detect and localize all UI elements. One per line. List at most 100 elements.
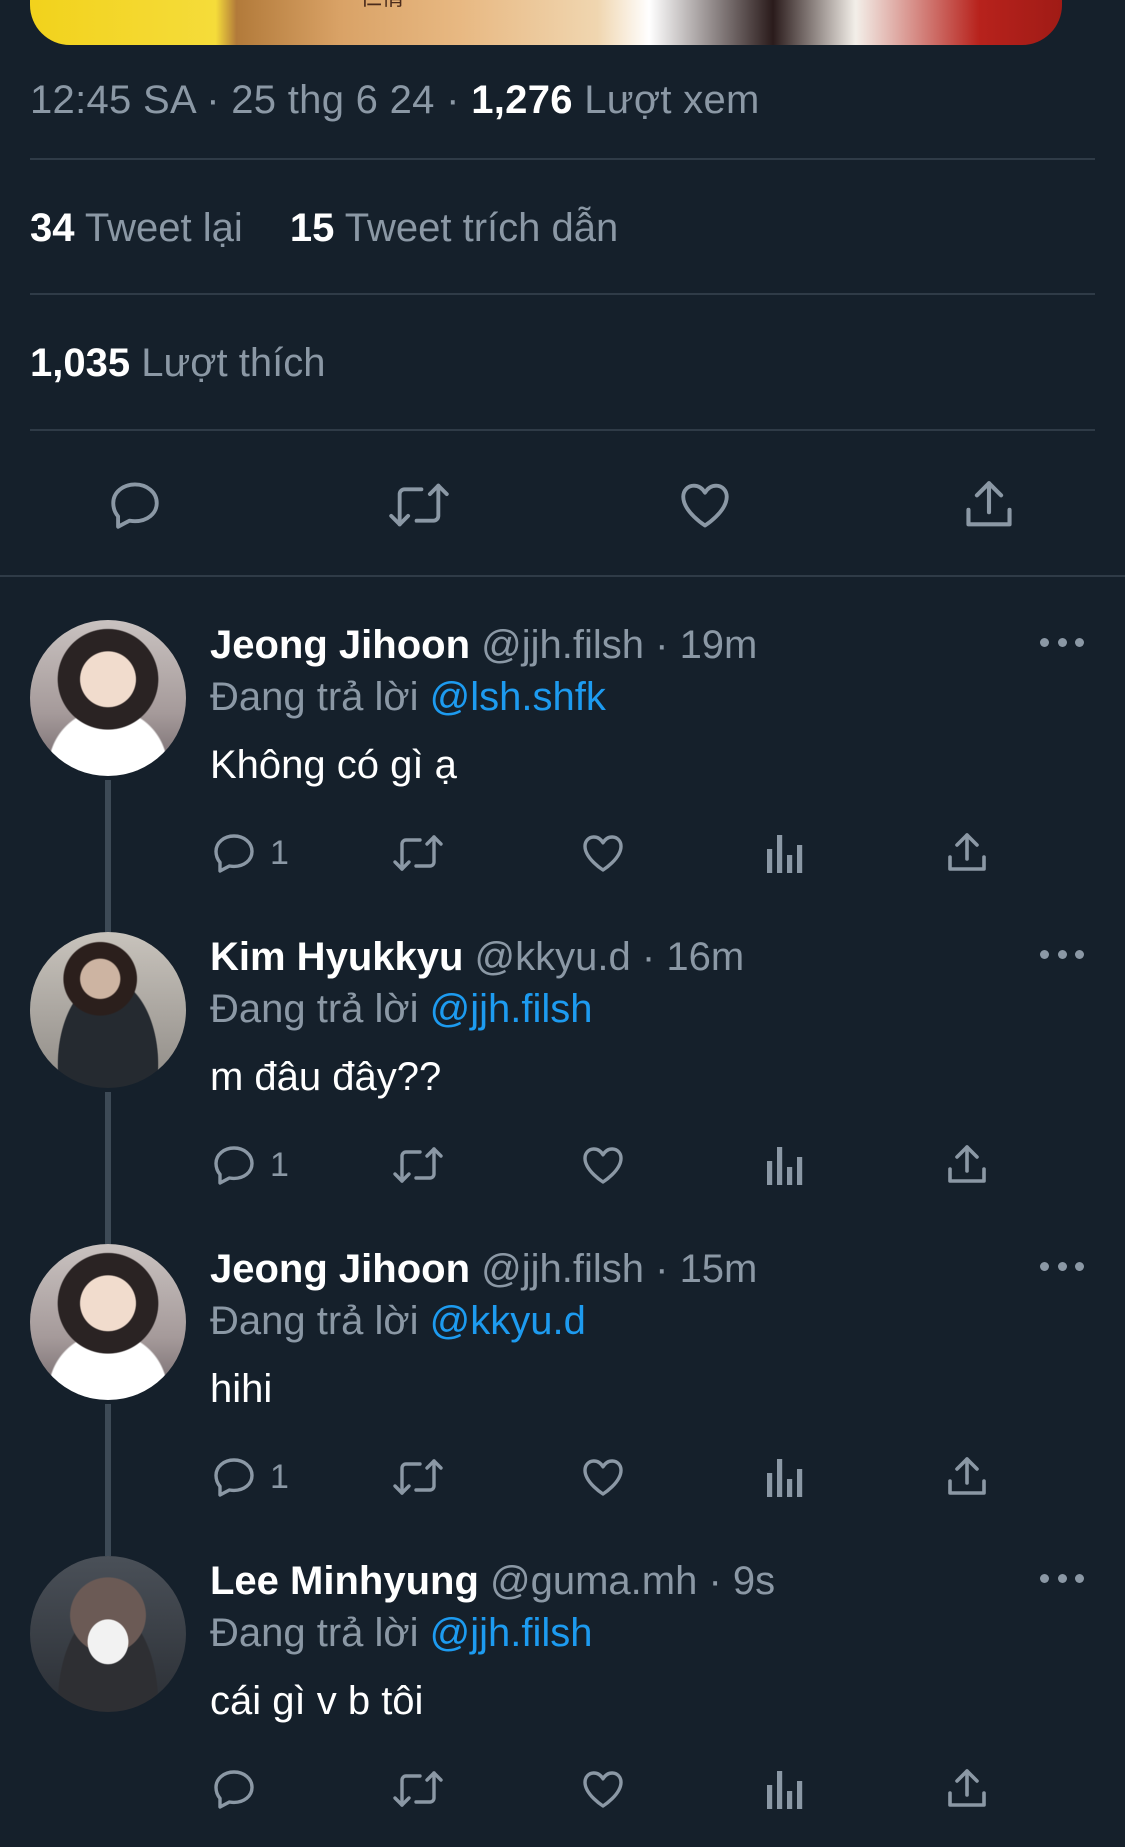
avatar[interactable] xyxy=(30,1244,186,1400)
quotes-stat[interactable]: 15 Tweet trích dẫn xyxy=(290,206,618,251)
author-handle[interactable]: @guma.mh xyxy=(490,1559,697,1603)
more-icon[interactable] xyxy=(1040,1256,1084,1276)
media-caption: 仁情 xyxy=(360,0,404,12)
divider xyxy=(30,158,1095,160)
likes-count: 1,035 xyxy=(30,341,131,385)
avatar[interactable] xyxy=(30,620,186,776)
like-button[interactable] xyxy=(578,1137,628,1193)
tweet-header: Jeong Jihoon @jjh.filsh · 15m xyxy=(210,1244,757,1294)
author-name[interactable]: Jeong Jihoon xyxy=(210,1247,470,1291)
replying-to: Đang trả lời @jjh.filsh xyxy=(210,1608,593,1658)
heart-icon xyxy=(578,1453,628,1501)
reply-button[interactable] xyxy=(210,1761,270,1817)
likes-stat[interactable]: 1,035 Lượt thích xyxy=(30,341,325,386)
heart-icon xyxy=(675,476,735,534)
share-icon xyxy=(943,1765,991,1813)
replying-to-mention[interactable]: @jjh.filsh xyxy=(430,987,593,1031)
reply-button[interactable]: 1 xyxy=(210,825,289,881)
author-name[interactable]: Lee Minhyung xyxy=(210,1559,479,1603)
tweet-time: 15m xyxy=(679,1247,758,1291)
reply-icon xyxy=(210,829,258,877)
author-name[interactable]: Jeong Jihoon xyxy=(210,623,470,667)
quotes-count: 15 xyxy=(289,206,335,250)
tweet-text: hihi xyxy=(210,1367,273,1411)
retweet-button[interactable] xyxy=(390,1449,446,1505)
share-button[interactable] xyxy=(943,825,991,881)
replying-to-label: Đang trả lời xyxy=(210,1299,419,1343)
retweets-label: Tweet lại xyxy=(84,206,243,250)
analytics-icon xyxy=(763,829,807,877)
retweet-icon xyxy=(390,1453,446,1501)
author-handle[interactable]: @kkyu.d xyxy=(475,935,631,979)
heart-icon xyxy=(578,1141,628,1189)
tweet-text: cái gì v b tôi xyxy=(210,1679,424,1723)
analytics-icon xyxy=(763,1141,807,1189)
tweet-actions xyxy=(0,1761,1125,1817)
replying-to-mention[interactable]: @lsh.shfk xyxy=(430,675,606,719)
more-icon[interactable] xyxy=(1040,1568,1084,1588)
share-button[interactable] xyxy=(943,1761,991,1817)
separator-dot: · xyxy=(655,623,680,667)
reply-icon xyxy=(210,1141,258,1189)
separator-dot: · xyxy=(641,935,667,979)
retweet-button[interactable] xyxy=(390,1137,446,1193)
tweet-header: Jeong Jihoon @jjh.filsh · 19m xyxy=(210,620,757,670)
retweet-icon xyxy=(390,829,446,877)
avatar[interactable] xyxy=(30,932,186,1088)
separator-dot: · xyxy=(655,1247,680,1291)
divider xyxy=(0,575,1125,577)
views-count: 1,276 xyxy=(471,78,573,122)
reply-button[interactable] xyxy=(100,470,170,540)
author-name[interactable]: Kim Hyukkyu xyxy=(210,935,463,979)
views-button[interactable] xyxy=(763,825,807,881)
retweets-stat[interactable]: 34 Tweet lại xyxy=(30,206,243,251)
share-button[interactable] xyxy=(943,1449,991,1505)
reply-count: 1 xyxy=(270,1457,289,1496)
share-icon xyxy=(943,1453,991,1501)
tweet-actions: 1 xyxy=(0,1137,1125,1193)
tweet-header: Kim Hyukkyu @kkyu.d · 16m xyxy=(210,932,744,982)
like-button[interactable] xyxy=(578,825,628,881)
replying-to: Đang trả lời @lsh.shfk xyxy=(210,672,606,722)
divider xyxy=(30,293,1095,295)
tweet-time: 12:45 SA xyxy=(30,78,195,122)
replying-to-label: Đang trả lời xyxy=(210,675,419,719)
reply-icon xyxy=(210,1765,258,1813)
tweet-time: 9s xyxy=(732,1559,776,1603)
tweet-action-bar xyxy=(0,470,1125,540)
tweet-actions: 1 xyxy=(0,1449,1125,1505)
author-handle[interactable]: @jjh.filsh xyxy=(481,623,644,667)
author-handle[interactable]: @jjh.filsh xyxy=(481,1247,644,1291)
divider xyxy=(30,429,1095,431)
reply-tweet[interactable]: Lee Minhyung @guma.mh · 9s Đang trả lời … xyxy=(0,1556,1125,1847)
reply-tweet[interactable]: Jeong Jihoon @jjh.filsh · 15m Đang trả l… xyxy=(0,1244,1125,1556)
more-icon[interactable] xyxy=(1040,944,1084,964)
separator-dot: · xyxy=(708,1559,733,1603)
views-button[interactable] xyxy=(763,1449,807,1505)
tweet-text: Không có gì ạ xyxy=(210,743,457,787)
share-button[interactable] xyxy=(954,470,1024,540)
views-button[interactable] xyxy=(763,1137,807,1193)
retweet-button[interactable] xyxy=(390,1761,446,1817)
views-button[interactable] xyxy=(763,1761,807,1817)
retweet-button[interactable] xyxy=(384,470,454,540)
like-button[interactable] xyxy=(578,1449,628,1505)
replying-to-mention[interactable]: @jjh.filsh xyxy=(430,1611,593,1655)
avatar[interactable] xyxy=(30,1556,186,1712)
reply-button[interactable]: 1 xyxy=(210,1449,289,1505)
analytics-icon xyxy=(763,1453,807,1501)
like-button[interactable] xyxy=(578,1761,628,1817)
tweet-text: m đâu đây?? xyxy=(210,1055,442,1099)
retweet-button[interactable] xyxy=(390,825,446,881)
reply-tweet[interactable]: Jeong Jihoon @jjh.filsh · 19m Đang trả l… xyxy=(0,620,1125,932)
reply-button[interactable]: 1 xyxy=(210,1137,289,1193)
reply-tweet[interactable]: Kim Hyukkyu @kkyu.d · 16m Đang trả lời @… xyxy=(0,932,1125,1244)
tweet-time: 19m xyxy=(679,623,758,667)
replying-to-mention[interactable]: @kkyu.d xyxy=(430,1299,586,1343)
share-button[interactable] xyxy=(943,1137,991,1193)
tweet-media-image[interactable]: 仁情 xyxy=(30,0,1062,45)
replying-to: Đang trả lời @jjh.filsh xyxy=(210,984,593,1034)
quotes-label: Tweet trích dẫn xyxy=(344,206,619,250)
like-button[interactable] xyxy=(670,470,740,540)
more-icon[interactable] xyxy=(1040,632,1084,652)
